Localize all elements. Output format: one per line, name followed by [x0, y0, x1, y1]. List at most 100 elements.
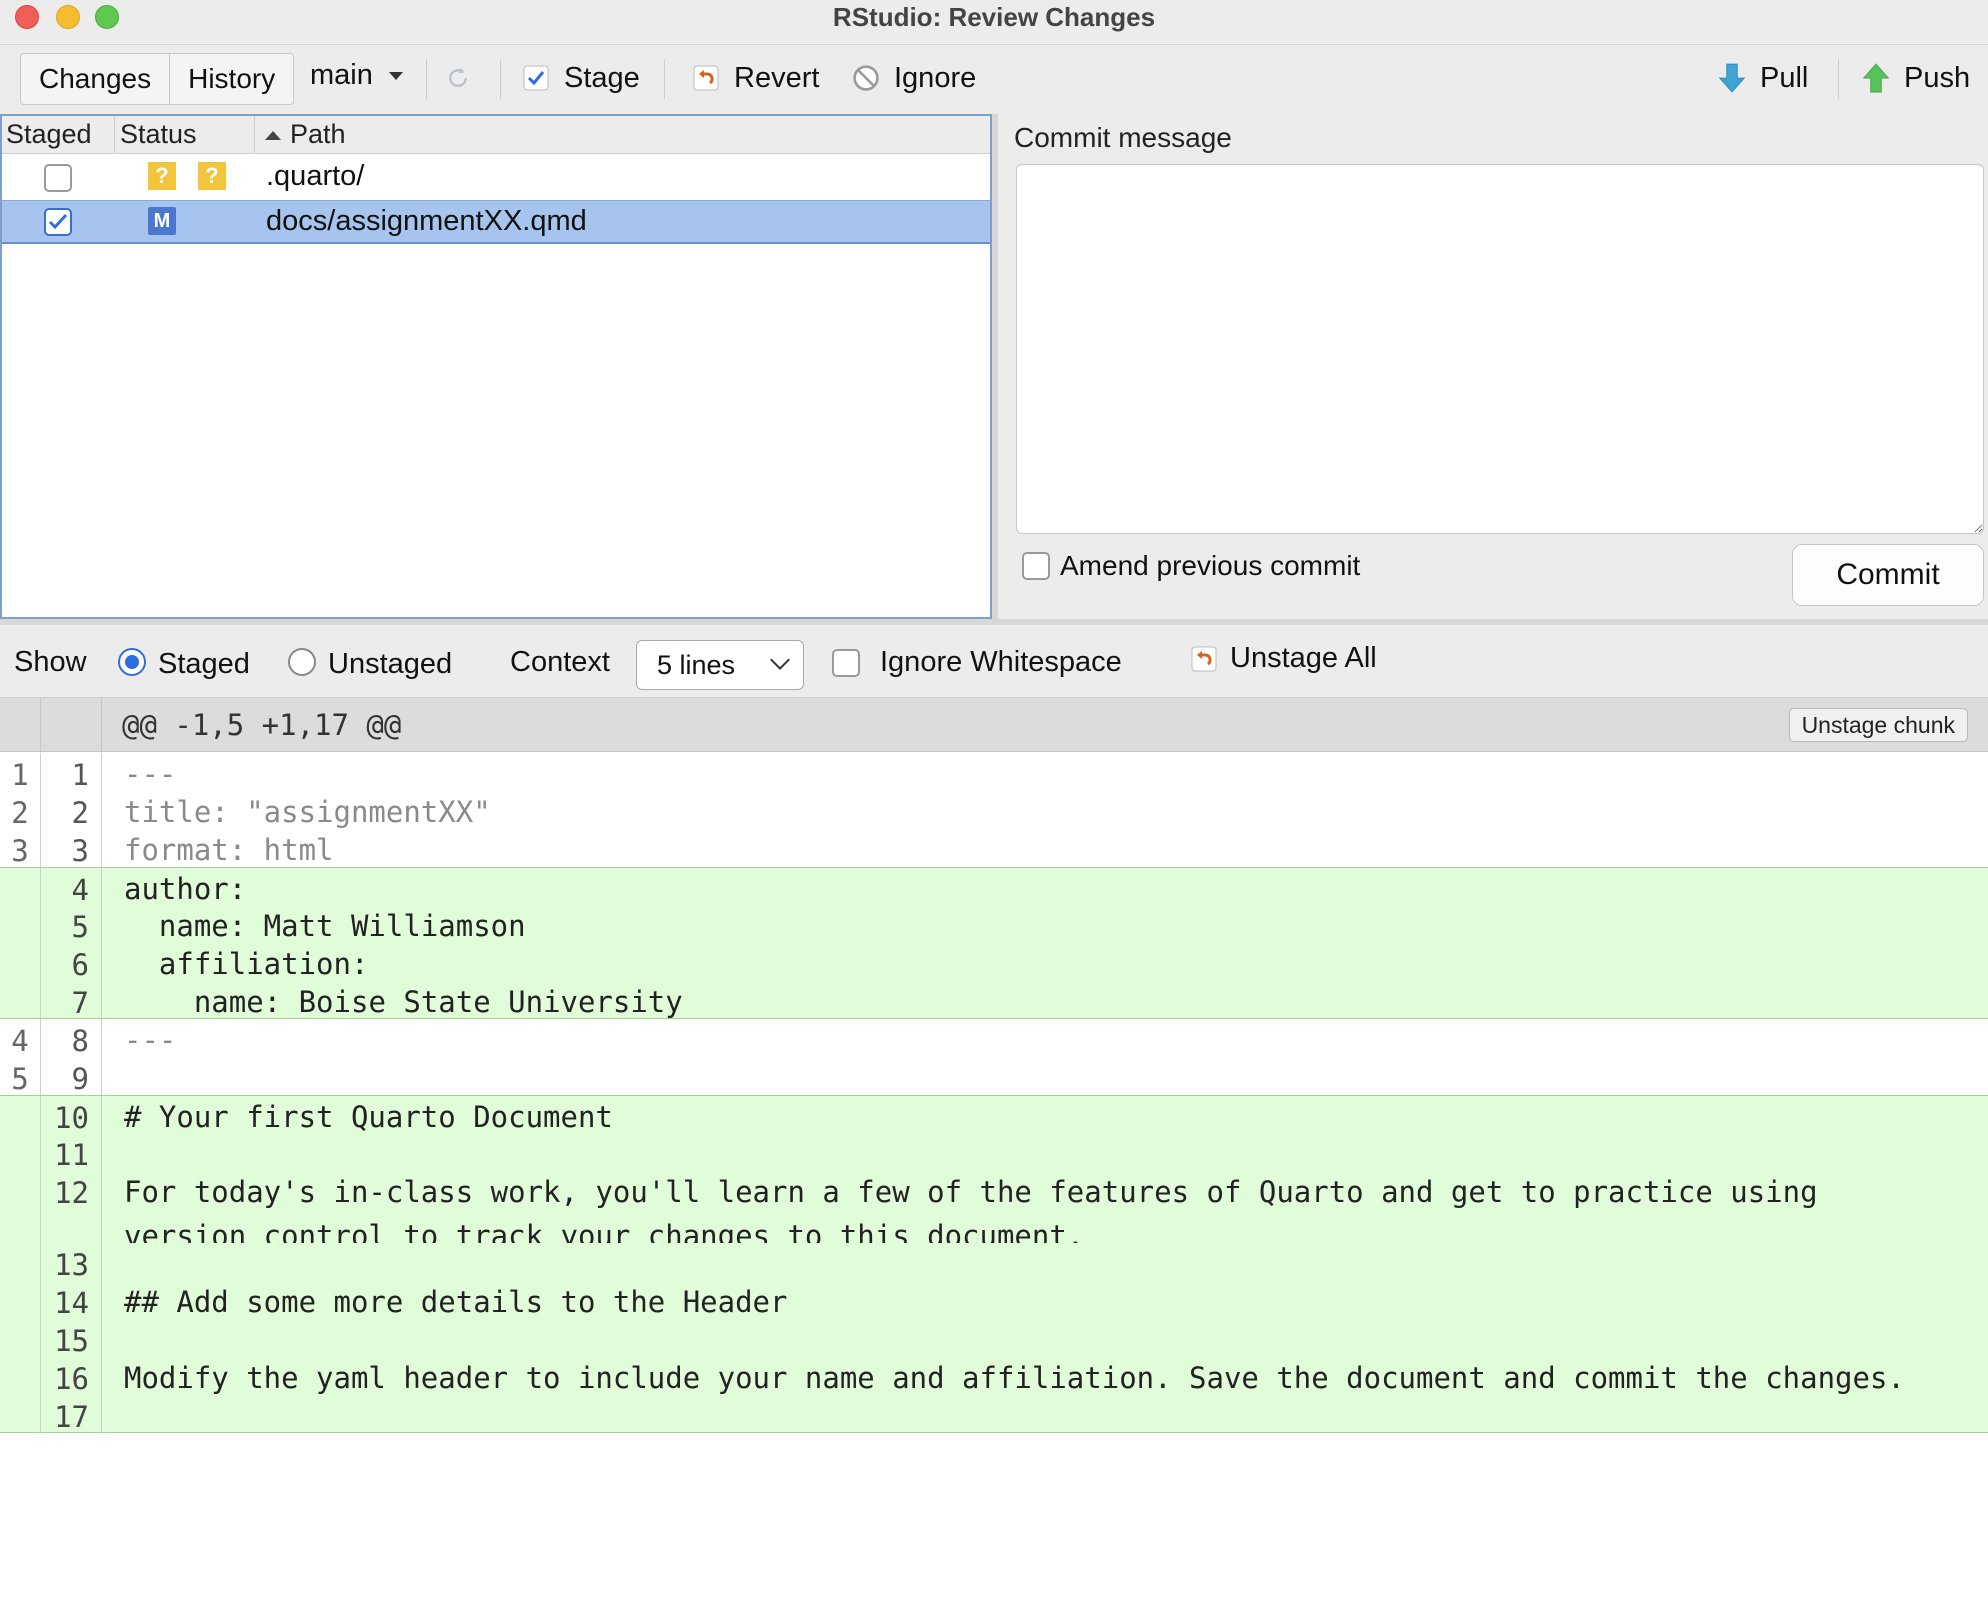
diff-line-added: 16 Modify the yaml header to include your…: [0, 1357, 1988, 1396]
diff-line-added: 17: [0, 1395, 1988, 1434]
column-status[interactable]: Status: [120, 119, 197, 150]
diff-line-added: 4 author:: [0, 867, 1988, 907]
old-line-number: 2: [0, 791, 41, 830]
old-line-number: [0, 1357, 41, 1395]
amend-commit-option[interactable]: Amend previous commit: [1022, 550, 1360, 582]
new-line-number: 1: [41, 753, 102, 792]
show-unstaged-radio[interactable]: Unstaged: [288, 642, 452, 681]
old-line-number: [0, 1281, 41, 1319]
diff-line-text: Modify the yaml header to include your n…: [124, 1361, 1905, 1395]
hunk-header: @@ -1,5 +1,17 @@ Unstage chunk: [0, 698, 1988, 752]
title-bar: RStudio: Review Changes: [0, 0, 1988, 44]
pull-label: Pull: [1760, 61, 1809, 94]
new-line-number: 15: [41, 1319, 102, 1358]
column-divider: [114, 116, 115, 154]
revert-button[interactable]: Revert: [692, 55, 819, 101]
old-line-number: [0, 1243, 41, 1281]
ignore-button[interactable]: Ignore: [852, 55, 976, 101]
tab-history[interactable]: History: [169, 54, 293, 104]
revert-label: Revert: [734, 61, 820, 94]
old-line-number: [0, 905, 41, 943]
diff-line-context: 3 3 format: html: [0, 829, 1988, 868]
diff-options-bar: Show Staged Unstaged Context 5 lines Ign…: [0, 626, 1988, 698]
staged-checkbox[interactable]: [44, 164, 72, 192]
diff-line-text: ## Add some more details to the Header: [124, 1285, 788, 1319]
new-line-number: 17: [41, 1395, 102, 1434]
old-line-number: [0, 1133, 41, 1171]
ignore-whitespace-option[interactable]: Ignore Whitespace: [832, 646, 1122, 679]
diff-line-context: 1 1 ---: [0, 753, 1988, 792]
sort-ascending-icon: [265, 130, 281, 140]
checkmark-icon: [522, 64, 550, 92]
amend-label: Amend previous commit: [1060, 550, 1361, 581]
unstage-all-button[interactable]: Unstage All: [1190, 642, 1377, 675]
horizontal-splitter[interactable]: [0, 619, 1988, 625]
radio-selected-icon: [118, 647, 146, 676]
commit-message-input[interactable]: [1016, 164, 1984, 534]
context-value: 5 lines: [657, 650, 736, 680]
diff-line-text: format: html: [124, 833, 334, 867]
new-line-number: 12: [41, 1171, 102, 1243]
view-tabs: Changes History: [20, 53, 295, 105]
branch-name: main: [310, 59, 373, 91]
stage-button[interactable]: Stage: [522, 55, 640, 101]
diff-line-added: 12 For today's in-class work, you'll lear…: [0, 1171, 1988, 1253]
old-line-number: 4: [0, 1019, 41, 1058]
new-line-number: 2: [41, 791, 102, 830]
diff-line-text: ---: [124, 1023, 177, 1057]
diff-line-added: 13: [0, 1243, 1988, 1282]
commit-button[interactable]: Commit: [1792, 544, 1984, 606]
toolbar-divider: [500, 59, 501, 99]
refresh-button[interactable]: [444, 55, 472, 101]
push-button[interactable]: Push: [1862, 55, 1970, 101]
status-untracked-worktree: ?: [198, 162, 226, 190]
amend-checkbox[interactable]: [1022, 552, 1050, 580]
context-label: Context: [510, 646, 610, 678]
ignore-whitespace-label: Ignore Whitespace: [880, 646, 1122, 678]
new-line-number: 10: [41, 1096, 102, 1135]
pull-button[interactable]: Pull: [1718, 55, 1808, 101]
stage-label: Stage: [564, 61, 640, 94]
new-line-number: 6: [41, 943, 102, 982]
unstaged-radio-label: Unstaged: [328, 648, 453, 680]
tab-changes[interactable]: Changes: [21, 54, 169, 104]
old-line-gutter: [0, 698, 41, 752]
old-line-number: [0, 943, 41, 981]
column-path-label: Path: [290, 119, 346, 149]
new-line-number: 8: [41, 1019, 102, 1058]
diff-line-added: 5 name: Matt Williamson: [0, 905, 1988, 944]
file-path: .quarto/: [266, 160, 365, 192]
push-label: Push: [1904, 61, 1971, 94]
new-line-gutter: [41, 698, 102, 752]
commit-message-label: Commit message: [1014, 122, 1232, 153]
diff-line-added: 14 ## Add some more details to the Header: [0, 1281, 1988, 1320]
file-row-selected[interactable]: M docs/assignmentXX.qmd: [2, 200, 990, 244]
toolbar-divider: [1838, 59, 1839, 99]
new-line-number: 5: [41, 905, 102, 944]
diff-line-context: 59: [0, 1057, 1988, 1096]
new-line-number: 13: [41, 1243, 102, 1282]
column-staged[interactable]: Staged: [6, 119, 92, 150]
toolbar: Changes History main Stage Revert Ignore: [0, 44, 1988, 112]
diff-view: @@ -1,5 +1,17 @@ Unstage chunk 1 1 --- 2 2 ti…: [0, 698, 1988, 1604]
ignore-label: Ignore: [894, 61, 977, 94]
branch-selector[interactable]: main: [310, 59, 403, 92]
chevron-down-icon: [388, 71, 403, 80]
revert-icon: [692, 64, 720, 92]
new-line-number: 3: [41, 829, 102, 868]
status-modified: M: [148, 207, 176, 235]
file-row[interactable]: ? ? .quarto/: [2, 156, 990, 200]
checkmark-icon: [48, 213, 68, 230]
ignore-whitespace-checkbox[interactable]: [832, 648, 860, 677]
old-line-number: 3: [0, 829, 41, 868]
diff-line-added: 15: [0, 1319, 1988, 1358]
staged-checkbox[interactable]: [44, 208, 72, 236]
diff-line-added: 11: [0, 1133, 1988, 1172]
toolbar-divider: [664, 59, 665, 99]
show-staged-radio[interactable]: Staged: [118, 642, 250, 681]
column-path[interactable]: Path: [264, 119, 346, 150]
context-select[interactable]: 5 lines: [636, 640, 804, 690]
new-line-number: 4: [41, 868, 102, 907]
unstage-chunk-button[interactable]: Unstage chunk: [1788, 708, 1968, 742]
new-line-number: 9: [41, 1057, 102, 1096]
